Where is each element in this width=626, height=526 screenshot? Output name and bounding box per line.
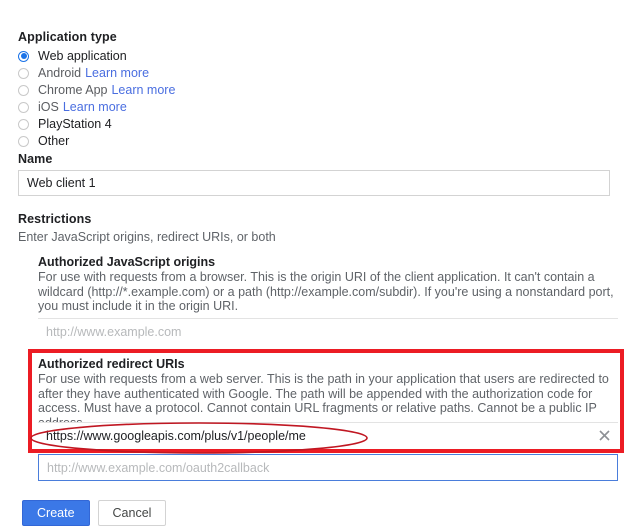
restrictions-note: Enter JavaScript origins, redirect URIs,… [18, 230, 276, 244]
cancel-button[interactable]: Cancel [97, 500, 167, 526]
radio-option-chrome-app[interactable]: Chrome App Learn more [18, 82, 348, 98]
form-action-bar: Create Cancel [22, 500, 167, 526]
radio-label-ios: iOS [38, 100, 59, 114]
name-label: Name [18, 152, 53, 166]
create-button[interactable]: Create [22, 500, 90, 526]
learn-more-link-chrome-app[interactable]: Learn more [111, 83, 175, 97]
radio-icon-other[interactable] [18, 135, 29, 147]
redirect-uris-title: Authorized redirect URIs [38, 357, 185, 371]
radio-label-playstation-4: PlayStation 4 [38, 117, 112, 131]
redirect-uri-input-filled[interactable] [38, 422, 618, 449]
restrictions-section: Restrictions Enter JavaScript origins, r… [18, 212, 618, 244]
javascript-origins-title: Authorized JavaScript origins [38, 255, 216, 269]
redirect-uri-empty-row [38, 454, 618, 481]
radio-label-other: Other [38, 134, 70, 148]
name-input[interactable] [18, 170, 610, 196]
redirect-uri-input-empty[interactable] [38, 454, 618, 481]
javascript-origins-section: Authorized JavaScript origins For use wi… [38, 255, 618, 314]
learn-more-link-android[interactable]: Learn more [85, 66, 149, 80]
javascript-origins-input[interactable] [38, 318, 618, 345]
close-icon[interactable] [598, 430, 610, 442]
name-section: Name [18, 152, 610, 196]
radio-option-playstation-4[interactable]: PlayStation 4 [18, 116, 348, 132]
redirect-uri-filled-row [38, 422, 618, 449]
radio-label-chrome-app: Chrome App [38, 83, 108, 97]
radio-option-ios[interactable]: iOS Learn more [18, 99, 348, 115]
javascript-origins-input-row [38, 318, 618, 345]
javascript-origins-description: For use with requests from a browser. Th… [38, 270, 614, 314]
radio-option-web-application[interactable]: Web application [18, 48, 348, 64]
radio-icon-playstation-4[interactable] [18, 118, 29, 130]
radio-icon-web-application[interactable] [18, 50, 29, 62]
radio-label-web-application: Web application [38, 49, 127, 63]
application-type-section: Application type Web application Android… [18, 30, 348, 150]
redirect-uris-section: Authorized redirect URIs For use with re… [38, 357, 618, 430]
oauth-client-creation-form: Application type Web application Android… [0, 0, 626, 526]
radio-icon-android[interactable] [18, 67, 29, 79]
radio-option-android[interactable]: Android Learn more [18, 65, 348, 81]
radio-option-other[interactable]: Other [18, 133, 348, 149]
radio-icon-chrome-app[interactable] [18, 84, 29, 96]
learn-more-link-ios[interactable]: Learn more [63, 100, 127, 114]
radio-icon-ios[interactable] [18, 101, 29, 113]
radio-label-android: Android [38, 66, 82, 80]
application-type-label: Application type [18, 30, 117, 44]
restrictions-label: Restrictions [18, 212, 92, 226]
